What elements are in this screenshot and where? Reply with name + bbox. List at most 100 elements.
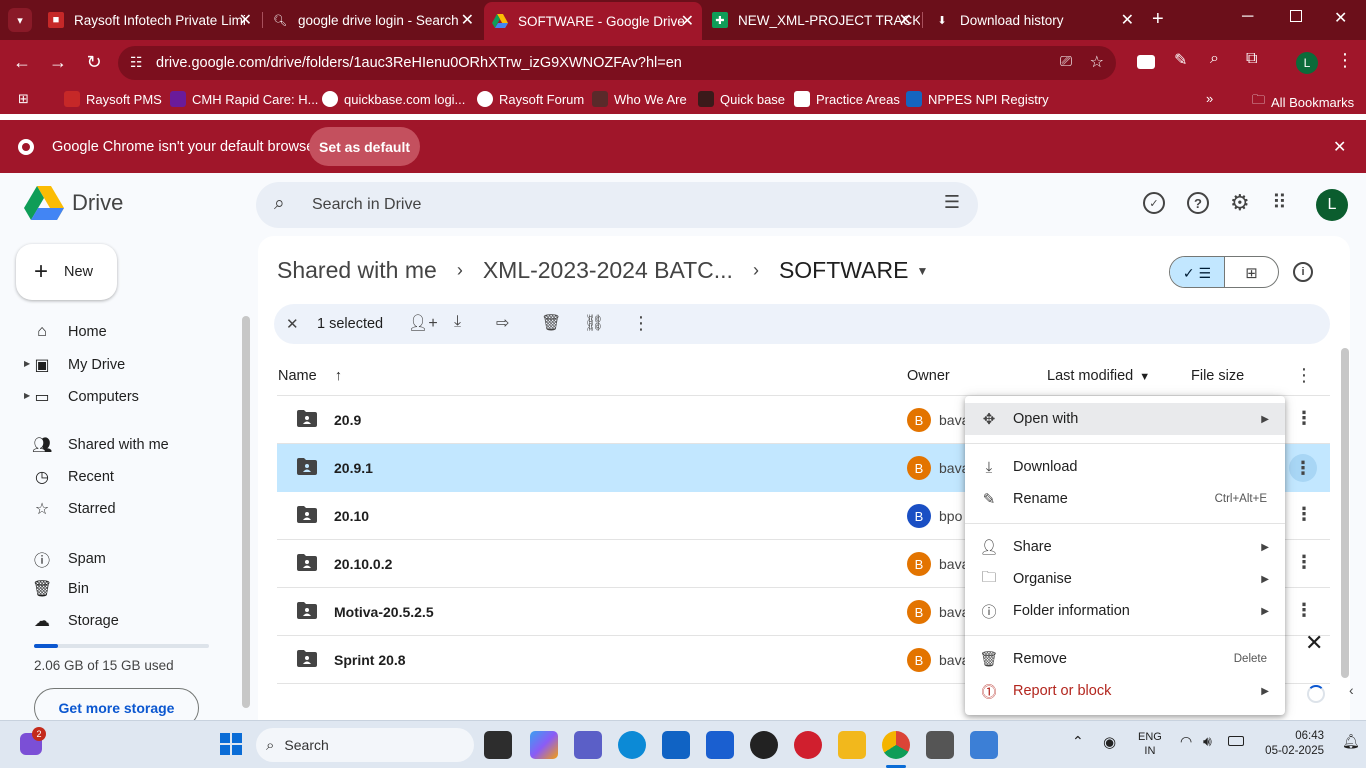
breadcrumb-item[interactable]: XML-2023-2024 BATC...: [483, 257, 733, 284]
sidebar-item-computers[interactable]: ▭ Computers: [32, 387, 138, 407]
search-icon[interactable]: ⌕: [274, 193, 285, 215]
menu-item-report-or-block[interactable]: ⓵ Report or block ▶: [965, 675, 1285, 707]
restore-icon[interactable]: [1290, 10, 1302, 22]
opera-icon[interactable]: [794, 731, 822, 759]
close-panel-icon[interactable]: ✕: [1305, 630, 1323, 656]
store-icon[interactable]: [662, 731, 690, 759]
search-options-icon[interactable]: ☰: [944, 192, 960, 213]
menu-item-remove[interactable]: 🗑︎ Remove Delete: [965, 643, 1285, 675]
windows-start-icon[interactable]: [220, 733, 242, 755]
sidebar-item-bin[interactable]: 🗑︎ Bin: [32, 579, 89, 599]
bookmark-star-icon[interactable]: ☆: [1090, 52, 1104, 72]
column-header-name[interactable]: Name ↑: [278, 368, 342, 384]
row-more-icon[interactable]: ⋮: [1295, 600, 1313, 621]
bookmark-item[interactable]: Practice Areas: [794, 91, 900, 107]
move-icon[interactable]: ⇨: [496, 313, 509, 333]
column-options-icon[interactable]: ⋮: [1295, 365, 1313, 386]
close-window-icon[interactable]: ✕: [1334, 8, 1347, 28]
menu-item-organise[interactable]: 🗀 Organise ▶: [965, 563, 1285, 595]
row-more-icon[interactable]: ⋮: [1295, 504, 1313, 525]
extensions-puzzle-icon[interactable]: ⧉: [1246, 50, 1257, 68]
bookmark-item[interactable]: NPPES NPI Registry: [906, 91, 1049, 107]
help-icon[interactable]: ?: [1187, 192, 1209, 214]
more-actions-icon[interactable]: ⋮: [632, 313, 650, 334]
chrome-taskbar-icon[interactable]: [882, 731, 910, 759]
network-app-icon[interactable]: ◉: [1103, 733, 1116, 751]
pen-extension-icon[interactable]: ✎: [1174, 50, 1187, 70]
sidebar-item-spam[interactable]: ⓘ Spam: [32, 547, 106, 571]
wifi-icon[interactable]: ◠: [1180, 733, 1192, 750]
column-header-file-size[interactable]: File size: [1191, 368, 1244, 384]
menu-item-folder-information[interactable]: ⓘ Folder information ▶: [965, 595, 1285, 627]
browser-tab[interactable]: 🔍︎ google drive login - Search ✕: [264, 4, 482, 36]
zoom-icon[interactable]: ⌕: [1210, 50, 1219, 68]
teams-icon[interactable]: [574, 731, 602, 759]
menu-item-open-with[interactable]: ✥ Open with ▶: [965, 403, 1285, 435]
column-header-owner[interactable]: Owner: [907, 368, 950, 384]
sidebar-item-storage[interactable]: ☁ Storage: [32, 611, 119, 631]
google-apps-icon[interactable]: ⠿: [1272, 190, 1287, 215]
close-infobar-icon[interactable]: ✕: [1333, 137, 1346, 157]
ready-offline-icon[interactable]: ✓: [1143, 192, 1165, 214]
sidebar-item-shared-with-me[interactable]: 👥︎ Shared with me: [32, 435, 169, 455]
set-as-default-button[interactable]: Set as default: [309, 127, 420, 166]
close-tab-icon[interactable]: ✕: [461, 10, 474, 30]
side-panel-toggle-icon[interactable]: ‹: [1349, 682, 1354, 698]
close-tab-icon[interactable]: ✕: [899, 10, 912, 30]
sidebar-item-home[interactable]: ⌂ Home: [32, 323, 107, 341]
volume-icon[interactable]: 🔊︎: [1203, 733, 1212, 750]
tab-search-dropdown[interactable]: ▾: [8, 8, 32, 32]
menu-item-share[interactable]: 👤︎ Share ▶: [965, 531, 1285, 563]
list-scrollbar[interactable]: [1341, 348, 1349, 678]
bookmark-item[interactable]: Raysoft Forum: [477, 91, 584, 107]
close-tab-icon[interactable]: ✕: [681, 11, 694, 31]
row-more-icon[interactable]: ⋮: [1295, 408, 1313, 429]
copilot-icon[interactable]: [530, 731, 558, 759]
browser-tab[interactable]: ⬇ Download history ✕: [926, 4, 1142, 36]
sidebar-scrollbar[interactable]: [242, 316, 250, 708]
sidebar-item-recent[interactable]: ◷ Recent: [32, 467, 114, 487]
clear-selection-icon[interactable]: ✕: [286, 315, 299, 333]
show-hidden-icons[interactable]: ⌃: [1072, 733, 1084, 750]
address-bar[interactable]: ☷ drive.google.com/drive/folders/1auc3Re…: [118, 46, 1116, 80]
drive-logo[interactable]: Drive: [24, 186, 123, 220]
expand-arrow-icon[interactable]: ▶: [24, 391, 30, 400]
browser-tab[interactable]: ✚ NEW_XML-PROJECT TRACKIN ✕: [704, 4, 920, 36]
sidebar-item-starred[interactable]: ☆ Starred: [32, 499, 116, 519]
file-explorer-icon[interactable]: [838, 731, 866, 759]
close-tab-icon[interactable]: ✕: [239, 10, 252, 30]
close-tab-icon[interactable]: ✕: [1121, 10, 1134, 30]
menu-item-rename[interactable]: ✎ Rename Ctrl+Alt+E: [965, 483, 1285, 515]
bookmark-item[interactable]: quickbase.com logi...: [322, 91, 465, 107]
copy-link-icon[interactable]: ⛓︎: [584, 313, 604, 333]
app-icon[interactable]: [706, 731, 734, 759]
trash-icon[interactable]: 🗑︎: [541, 313, 561, 333]
profile-avatar[interactable]: L: [1296, 52, 1318, 74]
sort-ascending-icon[interactable]: ↑: [335, 368, 342, 384]
caret-down-icon[interactable]: ▼: [916, 264, 928, 278]
bookmark-item[interactable]: Who We Are: [592, 91, 687, 107]
download-icon[interactable]: ⤓: [454, 313, 461, 331]
reload-icon[interactable]: ↻: [82, 52, 106, 73]
minimize-icon[interactable]: ─: [1242, 8, 1253, 26]
browser-tab-active[interactable]: SOFTWARE - Google Drive ✕: [484, 2, 702, 40]
site-info-icon[interactable]: ☷: [130, 54, 143, 71]
notifications-bell-icon[interactable]: 🔔︎: [1342, 733, 1360, 750]
battery-icon[interactable]: [1228, 736, 1244, 746]
forward-icon[interactable]: →: [46, 52, 70, 73]
extension-wallet-icon[interactable]: [1137, 55, 1155, 69]
browser-tab[interactable]: ■ Raysoft Infotech Private Limi ✕: [40, 4, 260, 36]
bookmark-item[interactable]: Raysoft PMS: [64, 91, 162, 107]
all-bookmarks[interactable]: 🗀 All Bookmarks: [1252, 91, 1354, 113]
chrome-menu-icon[interactable]: ⋮: [1336, 50, 1354, 71]
settings-gear-icon[interactable]: ⚙: [1230, 190, 1250, 216]
bookmark-item[interactable]: CMH Rapid Care: H...: [170, 91, 318, 107]
grid-view-button[interactable]: ⊞: [1223, 257, 1278, 287]
task-view-icon[interactable]: [484, 731, 512, 759]
row-more-icon[interactable]: ⋮: [1289, 454, 1317, 482]
expand-arrow-icon[interactable]: ▶: [24, 359, 30, 368]
row-more-icon[interactable]: ⋮: [1295, 552, 1313, 573]
app-icon[interactable]: [926, 731, 954, 759]
more-bookmarks-icon[interactable]: »: [1206, 91, 1213, 106]
back-icon[interactable]: ←: [10, 52, 34, 73]
